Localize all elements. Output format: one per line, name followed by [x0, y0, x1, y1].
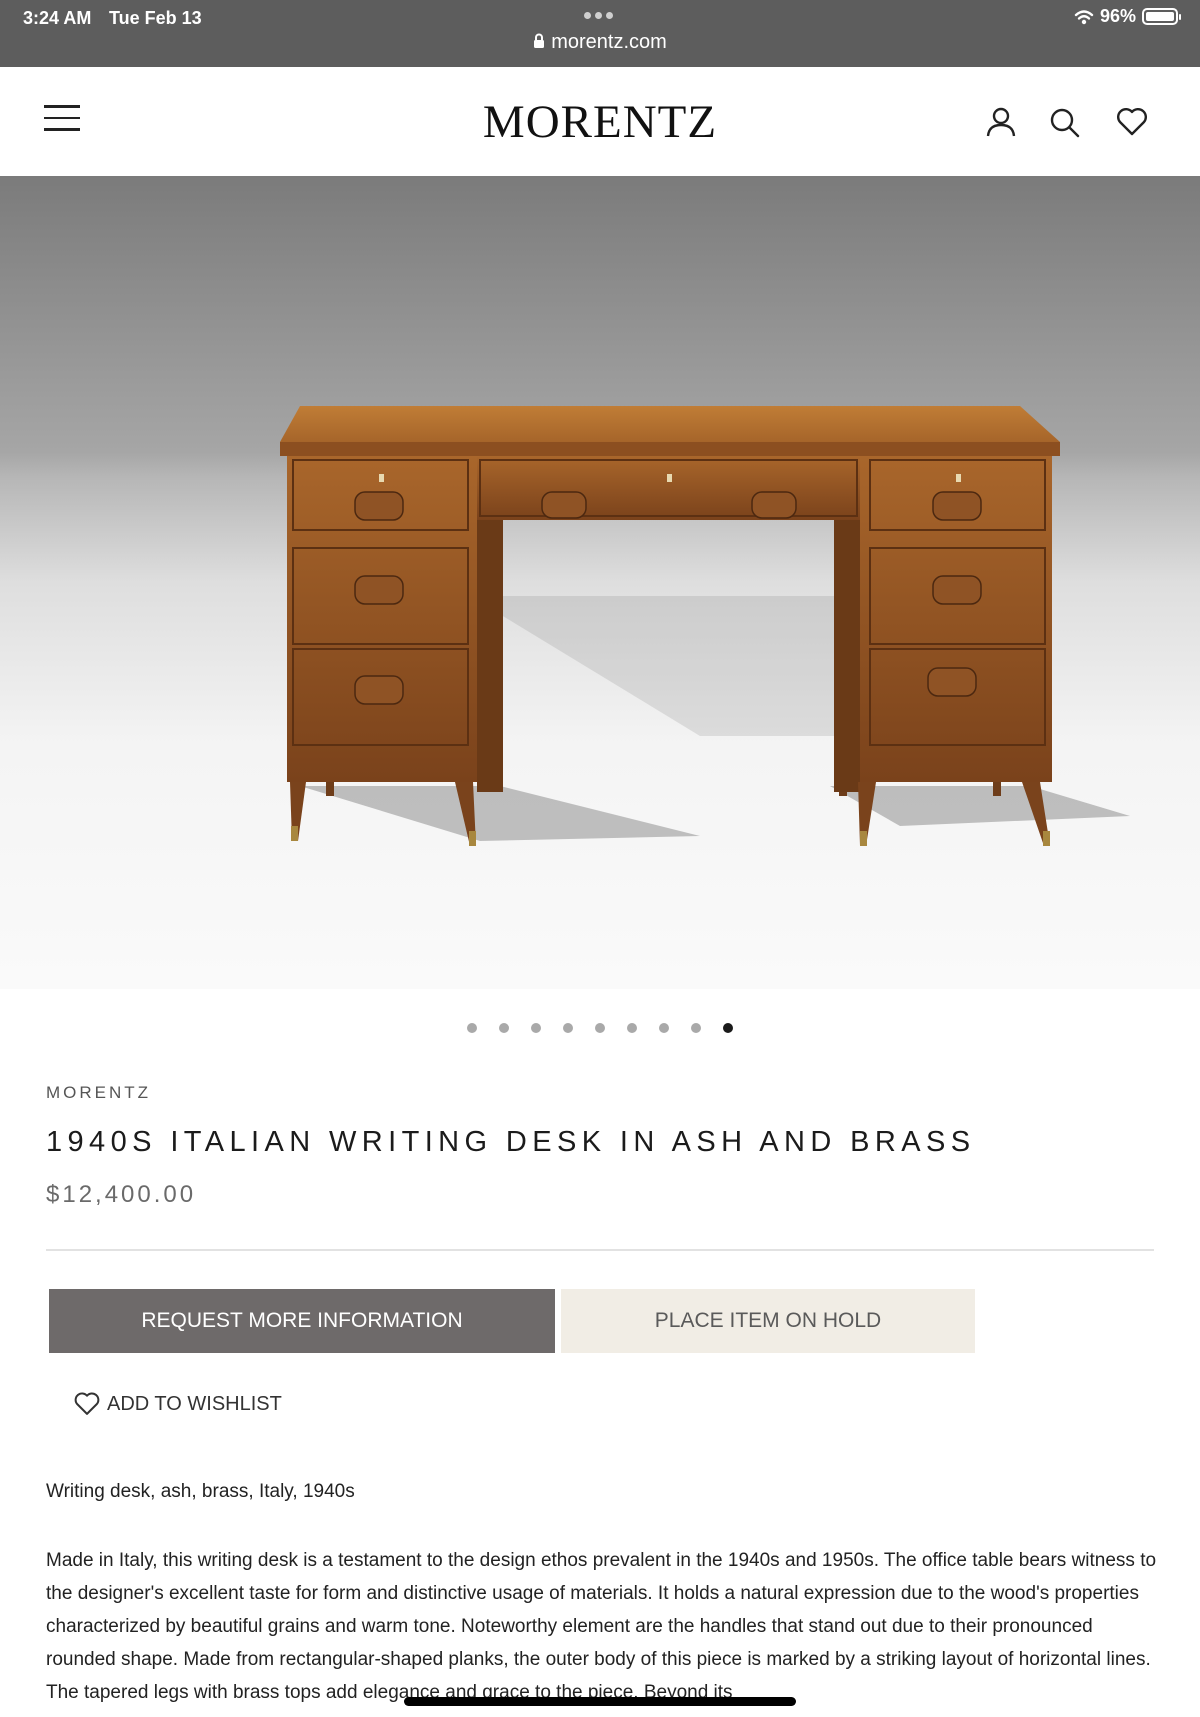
search-icon[interactable] — [1047, 105, 1081, 139]
request-info-button[interactable]: REQUEST MORE INFORMATION — [49, 1289, 555, 1353]
carousel-dot[interactable] — [659, 1023, 669, 1033]
carousel-dot[interactable] — [595, 1023, 605, 1033]
carousel-dot[interactable] — [627, 1023, 637, 1033]
product-description: Made in Italy, this writing desk is a te… — [46, 1550, 1157, 1703]
battery-percent: 96% — [1099, 6, 1136, 26]
url-text: morentz.com — [551, 31, 667, 53]
status-bar: 3:24 AM Tue Feb 13 morentz.com 96% — [0, 0, 1200, 67]
wifi-icon — [1074, 9, 1094, 24]
carousel-dot[interactable] — [467, 1023, 477, 1033]
status-date: Tue Feb 13 — [109, 8, 202, 28]
carousel-dot[interactable] — [499, 1023, 509, 1033]
heart-icon — [74, 1392, 100, 1415]
site-logo[interactable]: MORENTZ — [0, 95, 1200, 149]
status-right: 96% — [1074, 6, 1181, 27]
place-hold-button[interactable]: PLACE ITEM ON HOLD — [561, 1289, 975, 1353]
site-header: MORENTZ — [0, 67, 1200, 176]
carousel-dot-active[interactable] — [723, 1023, 733, 1033]
tab-options-dots[interactable] — [584, 12, 613, 19]
product-image[interactable] — [0, 176, 1200, 989]
wishlist-label: ADD TO WISHLIST — [107, 1392, 282, 1415]
product-title: 1940S ITALIAN WRITING DESK IN ASH AND BR… — [46, 1126, 976, 1158]
carousel-dot[interactable] — [531, 1023, 541, 1033]
status-time: 3:24 AM — [23, 8, 92, 28]
lock-icon — [534, 33, 545, 48]
add-to-wishlist-button[interactable]: ADD TO WISHLIST — [73, 1390, 282, 1418]
battery-icon — [1142, 8, 1181, 25]
account-icon[interactable] — [984, 105, 1018, 139]
address-bar[interactable]: morentz.com — [0, 31, 1200, 54]
desk-illustration — [280, 406, 1130, 846]
product-vendor[interactable]: MORENTZ — [46, 1083, 151, 1103]
home-indicator[interactable] — [404, 1697, 796, 1706]
heart-icon[interactable] — [1115, 105, 1149, 139]
divider — [46, 1249, 1154, 1251]
carousel-dot[interactable] — [563, 1023, 573, 1033]
image-carousel-dots — [0, 1023, 1200, 1033]
product-short-description: Writing desk, ash, brass, Italy, 1940s — [46, 1481, 355, 1502]
carousel-dot[interactable] — [691, 1023, 701, 1033]
product-price: $12,400.00 — [46, 1181, 197, 1208]
